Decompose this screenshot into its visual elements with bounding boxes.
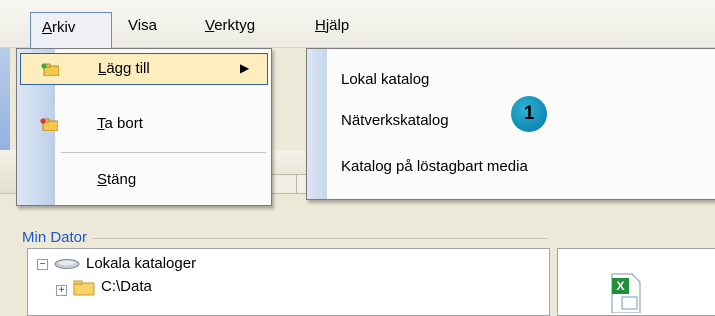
menu-visa-label: Visa [128, 17, 157, 34]
tree-node-label: Lokala kataloger [86, 255, 197, 272]
menu-arkiv-label: rkiv [52, 19, 76, 36]
menu-icon-gutter [307, 49, 327, 199]
expand-icon[interactable]: + [56, 285, 67, 296]
collapse-icon[interactable]: − [37, 259, 48, 270]
submenu-item-natverkskatalog[interactable]: Nätverkskatalog [341, 112, 449, 138]
svg-text:X: X [616, 279, 624, 293]
submenu-item-lostagbart-media[interactable]: Katalog på löstagbart media [341, 158, 528, 184]
menu-item-stang[interactable]: Stäng [20, 165, 268, 197]
menu-item-lagg-till[interactable]: Lägg till ▶ [20, 53, 268, 85]
lagg-till-submenu: Lokal katalog Nätverkskatalog Katalog på… [306, 48, 715, 200]
menu-verktyg-mnemonic: V [205, 17, 215, 34]
submenu-item-label: Nätverkskatalog [341, 112, 449, 129]
tree-node-label: C:\Data [101, 278, 152, 295]
drive-icon [54, 259, 80, 269]
submenu-item-label: Katalog på löstagbart media [341, 158, 528, 175]
menu-hjalp-label: jälp [325, 17, 350, 34]
arkiv-menu: Lägg till ▶ Ta bort Stäng [16, 48, 272, 206]
menu-hjalp[interactable]: Hjälp [315, 14, 349, 40]
menu-item-label: Ta bort [97, 115, 143, 132]
window-edge [0, 48, 10, 158]
folder-add-icon [41, 63, 59, 76]
group-label: Min Dator [22, 229, 88, 246]
menu-arkiv[interactable]: Arkiv [30, 12, 112, 48]
menu-verktyg-label: erktyg [214, 17, 256, 34]
menu-hjalp-mnemonic: H [315, 17, 326, 34]
menu-item-label: Stäng [97, 171, 137, 188]
menu-separator [61, 152, 266, 153]
menu-visa[interactable]: Visa [128, 14, 157, 40]
folder-remove-icon [40, 118, 58, 131]
menu-item-label: Lägg till [98, 60, 150, 77]
menu-verktyg[interactable]: Verktyg [205, 14, 255, 40]
menu-item-ta-bort[interactable]: Ta bort [20, 109, 268, 141]
toolbar-button[interactable] [268, 174, 298, 194]
menu-arkiv-mnemonic: A [42, 19, 53, 36]
submenu-arrow-icon: ▶ [240, 61, 250, 75]
tree-node-lokala-kataloger[interactable]: − Lokala kataloger [34, 253, 334, 277]
menubar: Arkiv Visa Verktyg Hjälp [0, 0, 715, 48]
group-divider [92, 238, 548, 239]
folder-tree: − Lokala kataloger + C:\Data [27, 248, 550, 316]
file-view: X [557, 248, 715, 316]
callout-badge: 1 [511, 96, 547, 132]
submenu-item-label: Lokal katalog [341, 71, 430, 88]
tree-node-c-data[interactable]: + C:\Data [34, 276, 334, 300]
submenu-item-lokal-katalog[interactable]: Lokal katalog [341, 71, 429, 97]
folder-icon [73, 280, 95, 296]
excel-file-icon[interactable]: X [610, 273, 642, 313]
